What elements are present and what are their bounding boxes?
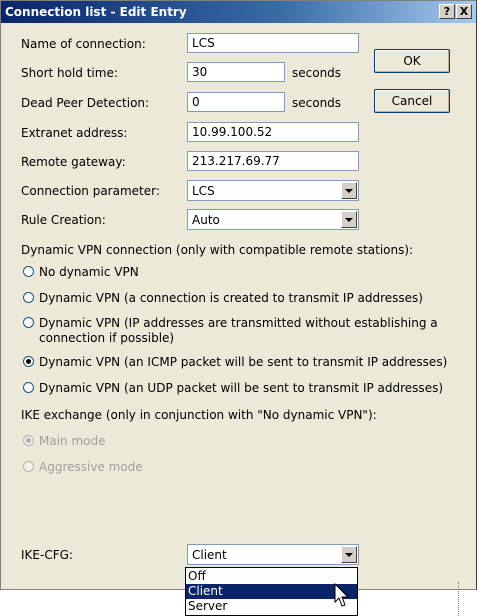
short-hold-label: Short hold time:: [21, 66, 118, 80]
radio-label: Dynamic VPN (an UDP packet will be sent …: [39, 381, 444, 395]
ike-cfg-value: Client: [192, 548, 227, 562]
ike-cfg-label: IKE-CFG:: [21, 548, 73, 562]
radio-icon: [23, 266, 34, 277]
radio-icon: [23, 461, 34, 472]
rule-label: Rule Creation:: [21, 213, 106, 227]
conn-param-value: LCS: [192, 184, 215, 198]
conn-param-label: Connection parameter:: [21, 184, 160, 198]
short-hold-unit: seconds: [292, 66, 342, 80]
dpd-label: Dead Peer Detection:: [21, 96, 150, 110]
divider-line: [458, 582, 459, 616]
radio-icon: [23, 382, 34, 393]
gateway-input[interactable]: 213.217.69.77: [187, 151, 359, 171]
name-label: Name of connection:: [21, 37, 146, 51]
radio-icon: [23, 292, 34, 303]
radio-icon: [23, 317, 34, 328]
help-button[interactable]: ?: [439, 4, 455, 19]
radio-label: Aggressive mode: [39, 460, 143, 474]
ike-cfg-option-client[interactable]: Client: [186, 584, 357, 599]
extranet-input[interactable]: 10.99.100.52: [187, 122, 359, 142]
ike-cfg-option-off[interactable]: Off: [186, 569, 357, 584]
dpd-unit: seconds: [292, 96, 342, 110]
radio-label: Dynamic VPN (IP addresses are transmitte…: [39, 316, 438, 330]
gateway-label: Remote gateway:: [21, 155, 126, 169]
radio-label: Dynamic VPN (an ICMP packet will be sent…: [39, 355, 448, 369]
window-title: Connection list - Edit Entry: [5, 5, 187, 19]
ike-cfg-select[interactable]: Client: [187, 544, 359, 565]
edit-entry-dialog: Connection list - Edit Entry ? X Name of…: [0, 0, 477, 590]
radio-label: Main mode: [39, 434, 106, 448]
name-input[interactable]: LCS: [187, 33, 359, 53]
conn-param-select[interactable]: LCS: [187, 180, 359, 201]
ike-cfg-dropdown-list: Off Client Server: [185, 567, 358, 616]
cancel-button[interactable]: Cancel: [374, 89, 450, 113]
radio-selected-icon: [23, 435, 34, 446]
ok-button[interactable]: OK: [374, 49, 450, 73]
radio-selected-icon: [23, 356, 34, 367]
radio-label: Dynamic VPN (a connection is created to …: [39, 291, 423, 305]
ike-heading: IKE exchange (only in conjunction with "…: [21, 408, 377, 422]
radio-label: No dynamic VPN: [39, 265, 139, 279]
chevron-down-icon[interactable]: [341, 182, 357, 199]
chevron-down-icon[interactable]: [341, 211, 357, 228]
rule-value: Auto: [192, 213, 220, 227]
rule-select[interactable]: Auto: [187, 209, 359, 230]
dpd-input[interactable]: 0: [187, 92, 285, 112]
mouse-cursor-icon: [334, 583, 350, 607]
dynamic-vpn-heading: Dynamic VPN connection (only with compat…: [21, 243, 414, 257]
radio-label-continued: connection if possible): [39, 331, 175, 345]
close-button[interactable]: X: [456, 4, 472, 19]
title-bar: Connection list - Edit Entry ? X: [1, 1, 476, 23]
ike-cfg-option-server[interactable]: Server: [186, 599, 357, 614]
chevron-down-icon[interactable]: [341, 546, 357, 563]
short-hold-input[interactable]: 30: [187, 62, 285, 82]
extranet-label: Extranet address:: [21, 126, 128, 140]
